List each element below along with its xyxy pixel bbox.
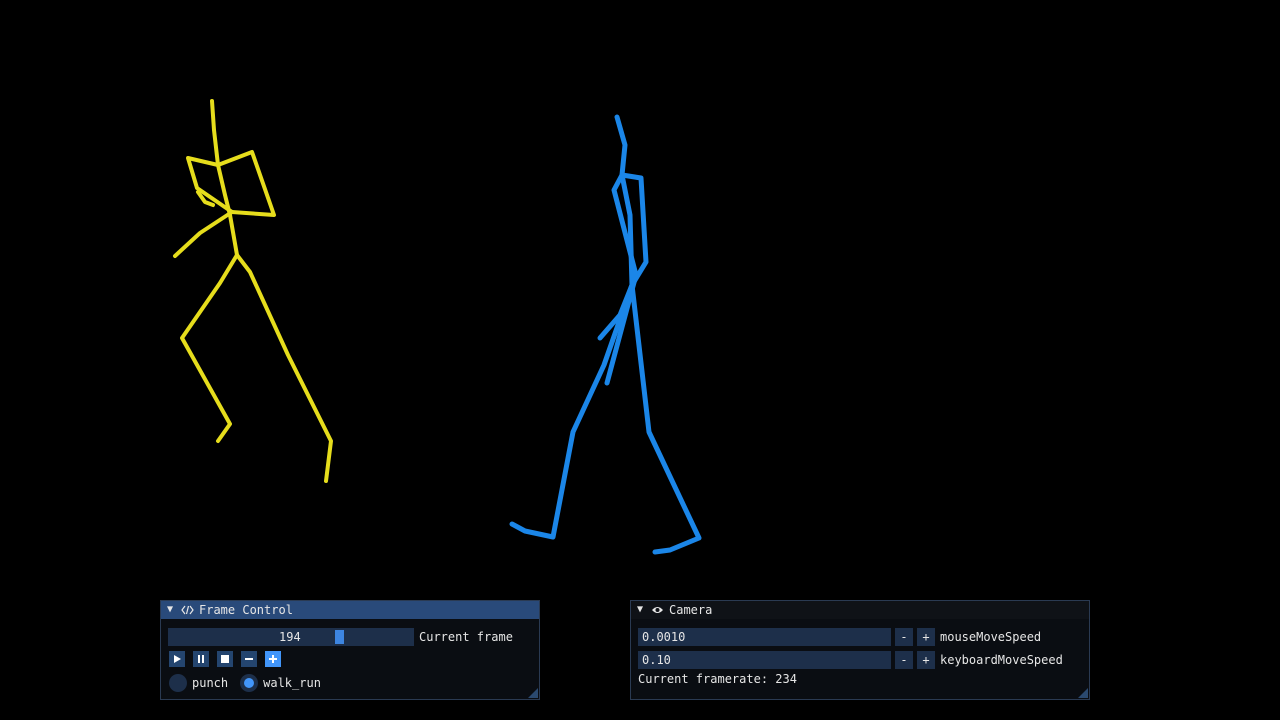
pause-button[interactable] <box>193 651 209 667</box>
skeleton-walk-run <box>509 114 702 555</box>
next-frame-button[interactable] <box>265 651 281 667</box>
minus-icon <box>245 658 253 660</box>
play-icon <box>174 655 181 663</box>
framerate-text: Current framerate: 234 <box>638 672 797 686</box>
frame-control-title: Frame Control <box>199 603 293 617</box>
pause-icon <box>198 655 204 663</box>
plus-icon <box>269 655 277 663</box>
collapse-triangle-icon[interactable]: ▼ <box>167 601 177 619</box>
resize-grip[interactable] <box>1078 688 1088 698</box>
stop-icon <box>221 655 229 663</box>
code-icon <box>181 605 195 615</box>
skeleton-punch <box>173 99 333 483</box>
frame-control-panel: ▼ Frame Control 194 Current frame punch … <box>160 600 540 700</box>
prev-frame-button[interactable] <box>241 651 257 667</box>
current-frame-label: Current frame <box>419 630 513 644</box>
walk-run-radio[interactable] <box>240 674 259 692</box>
slider-grab[interactable] <box>335 630 344 644</box>
keyboard-move-speed-label: keyboardMoveSpeed <box>940 653 1063 667</box>
resize-grip[interactable] <box>528 688 538 698</box>
keyboard-speed-decrement-button[interactable]: - <box>895 651 913 669</box>
mouse-move-speed-label: mouseMoveSpeed <box>940 630 1042 644</box>
mouse-speed-increment-button[interactable]: + <box>917 628 935 646</box>
punch-label: punch <box>192 676 229 690</box>
camera-panel: ▼ Camera 0.0010 - + mouseMoveSpeed 0.10 … <box>630 600 1090 700</box>
current-frame-value: 194 <box>279 630 301 644</box>
camera-header[interactable]: ▼ Camera <box>631 601 1089 619</box>
radio-selected-dot <box>244 678 255 688</box>
current-frame-slider[interactable]: 194 <box>168 628 414 646</box>
keyboard-move-speed-input[interactable]: 0.10 <box>638 651 891 669</box>
frame-control-header[interactable]: ▼ Frame Control <box>161 601 539 619</box>
punch-radio[interactable] <box>169 674 187 692</box>
walk-run-label: walk_run <box>263 676 321 690</box>
mouse-move-speed-input[interactable]: 0.0010 <box>638 628 891 646</box>
camera-title: Camera <box>669 603 713 617</box>
collapse-triangle-icon[interactable]: ▼ <box>637 601 647 619</box>
eye-icon <box>651 605 665 615</box>
stop-button[interactable] <box>217 651 233 667</box>
play-button[interactable] <box>169 651 185 667</box>
mouse-speed-decrement-button[interactable]: - <box>895 628 913 646</box>
keyboard-speed-increment-button[interactable]: + <box>917 651 935 669</box>
